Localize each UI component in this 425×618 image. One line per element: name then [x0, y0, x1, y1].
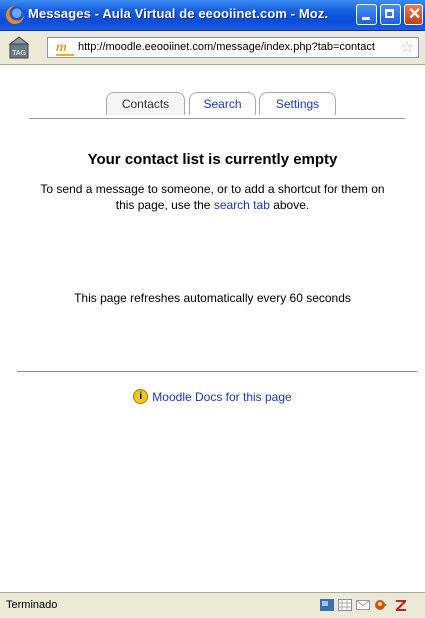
docs-footer: i Moodle Docs for this page [0, 389, 425, 405]
window-title: Messages - Aula Virtual de eeooiinet.com… [28, 6, 328, 21]
close-button[interactable]: ✕ [404, 4, 423, 25]
maximize-button[interactable] [380, 4, 401, 25]
description-text-after: above. [269, 198, 310, 212]
refresh-note: This page refreshes automatically every … [74, 291, 351, 305]
tag-icon[interactable]: TAG [8, 36, 30, 60]
page-heading: Your contact list is currently empty [87, 151, 338, 168]
close-icon: ✕ [408, 6, 422, 23]
status-bar: Terminado [0, 592, 425, 618]
page-content: Contacts Search Settings Your contact li… [0, 65, 425, 592]
footer-divider [17, 371, 417, 372]
minimize-button[interactable] [356, 4, 377, 25]
extension-icon[interactable] [374, 599, 388, 611]
moodle-docs-link[interactable]: Moodle Docs for this page [152, 390, 291, 404]
tab-settings[interactable]: Settings [259, 92, 336, 115]
empty-description: To send a message to someone, or to add … [35, 181, 390, 213]
tab-search[interactable]: Search [189, 92, 256, 115]
mail-icon[interactable] [356, 599, 370, 611]
status-text: Terminado [6, 599, 58, 611]
search-tab-link[interactable]: search tab [214, 198, 270, 212]
navigation-toolbar: TAG m http://moodle.eeooiinet.com/messag… [0, 31, 425, 65]
grid-icon[interactable] [338, 599, 352, 611]
info-icon: i [133, 389, 149, 405]
url-text[interactable]: http://moodle.eeooiinet.com/message/inde… [78, 41, 398, 53]
tab-contacts[interactable]: Contacts [106, 92, 185, 115]
firefox-logo-icon [6, 6, 24, 24]
window-titlebar: Messages - Aula Virtual de eeooiinet.com… [0, 0, 425, 31]
svg-text:TAG: TAG [12, 50, 26, 57]
zotero-icon[interactable] [394, 599, 408, 611]
url-input[interactable]: m http://moodle.eeooiinet.com/message/in… [47, 37, 419, 58]
moodle-favicon-icon: m [56, 40, 74, 56]
description-text-before: To send a message to someone, or to add … [40, 182, 385, 212]
tab-divider [29, 118, 405, 119]
screen-icon[interactable] [320, 599, 334, 611]
bookmark-star-icon[interactable]: ☆ [401, 39, 414, 56]
